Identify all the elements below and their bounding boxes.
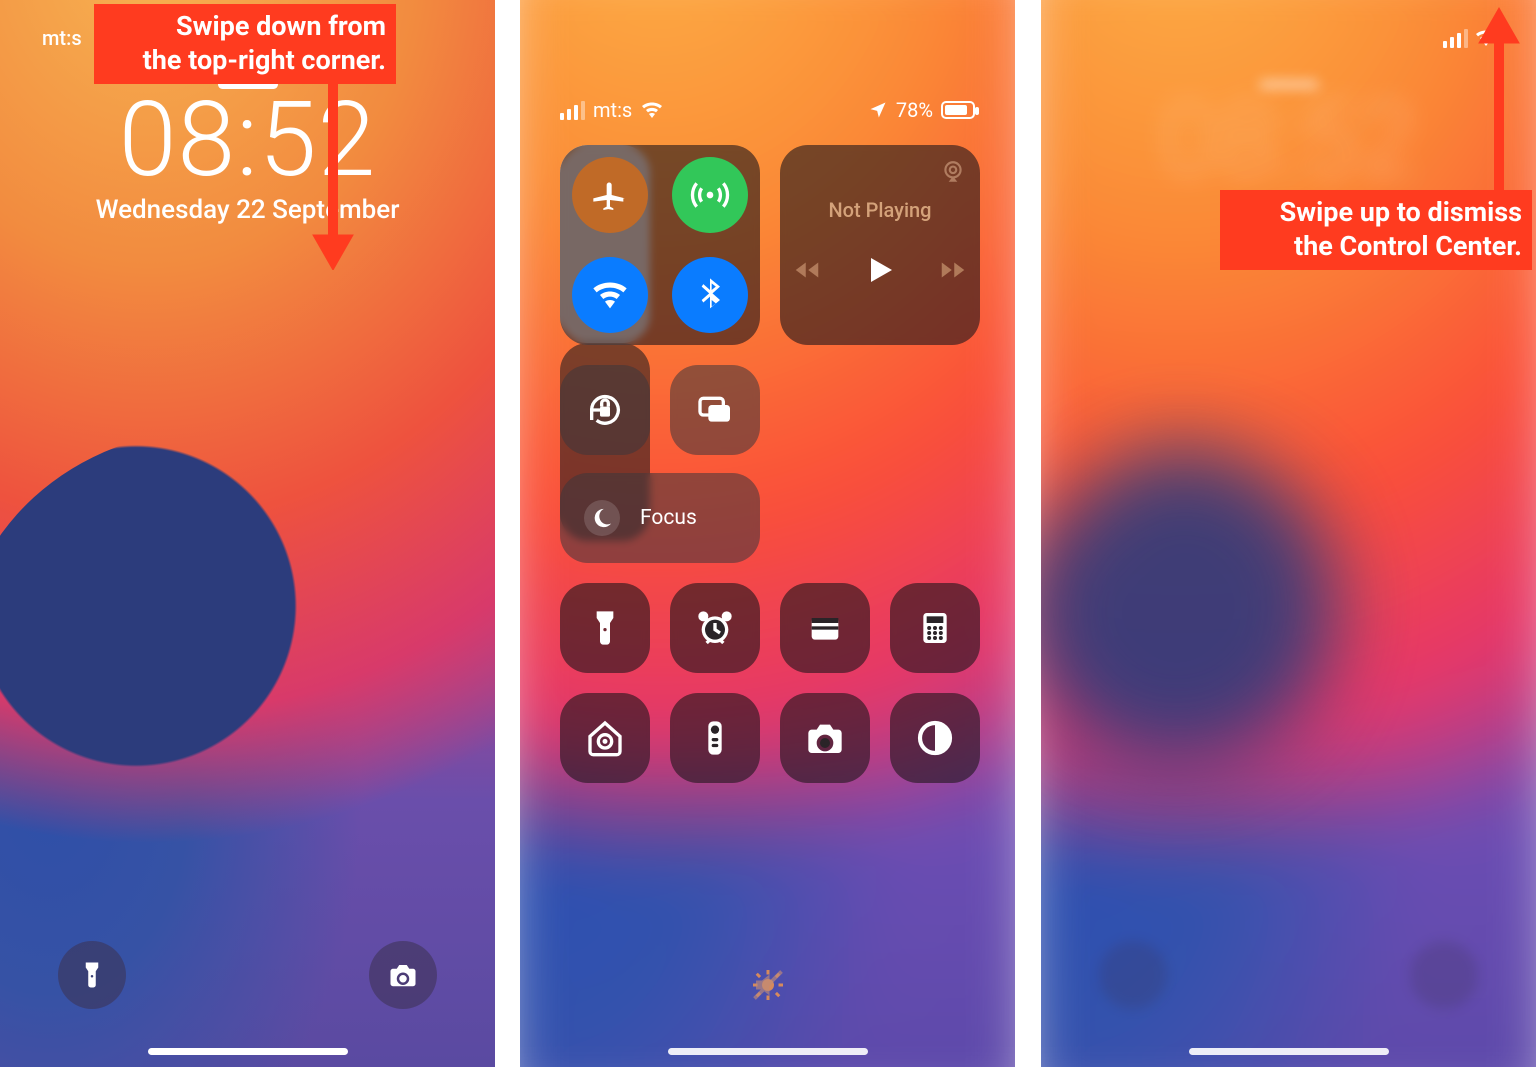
rewind-icon [792,255,822,285]
wifi-toggle[interactable] [572,257,648,333]
home-indicator[interactable] [1189,1048,1389,1055]
phone-1-lock-screen: mt:s 08:52 Wednesday 22 September Swipe … [0,0,495,1067]
annotation-swipe-up: Swipe up to dismiss the Control Center. [1220,190,1532,270]
orientation-lock-toggle[interactable] [560,365,650,455]
camera-button[interactable] [780,693,870,783]
wifi-icon [640,100,664,120]
lock-screen-clock-blurred: 08:52 [1041,80,1536,201]
orientation-lock-icon [585,390,625,430]
phone-2-control-center: mt:s 78% [520,0,1015,1067]
camera-icon [805,718,845,758]
wallet-button[interactable] [780,583,870,673]
play-icon [862,252,898,288]
cellular-icon [690,175,730,215]
bluetooth-toggle[interactable] [672,257,748,333]
flashlight-button-blurred [1099,941,1167,1009]
carrier-label: mt:s [42,26,82,50]
date-label: Wednesday 22 September [0,195,495,225]
camera-icon [388,960,418,990]
dark-mode-icon [915,718,955,758]
cellular-data-toggle[interactable] [672,157,748,233]
focus-button[interactable]: Focus [560,473,760,563]
airplay-icon [940,159,966,189]
home-indicator[interactable] [668,1048,868,1055]
home-icon [585,718,625,758]
remote-icon [695,718,735,758]
screen-mirroring-icon [695,390,735,430]
calculator-icon [915,608,955,648]
forward-button[interactable] [938,255,968,289]
annotation-swipe-down: Swipe down from the top-right corner. [94,4,396,84]
media-platter[interactable]: Not Playing [780,145,980,345]
screen-mirroring-button[interactable] [670,365,760,455]
status-bar [1041,18,1536,58]
carrier-label: mt:s [593,98,632,122]
flashlight-icon [585,608,625,648]
arrow-up-icon [1474,6,1524,196]
battery-icon [941,101,975,119]
moon-icon [584,500,620,536]
bluetooth-icon [690,275,730,315]
cellular-bars-icon [560,101,585,120]
cellular-bars-icon [1443,29,1468,48]
control-center-grid: Not Playing [560,145,975,1027]
focus-label: Focus [640,506,697,530]
alarm-clock-icon [695,608,735,648]
dark-mode-toggle[interactable] [890,693,980,783]
rewind-button[interactable] [792,255,822,289]
home-indicator[interactable] [148,1048,348,1055]
camera-button-blurred [1410,941,1478,1009]
play-button[interactable] [862,252,898,292]
airplane-mode-toggle[interactable] [572,157,648,233]
connectivity-platter[interactable] [560,145,760,345]
wifi-icon [590,275,630,315]
arrow-down-icon [308,80,358,270]
timer-button[interactable] [670,583,760,673]
flashlight-toggle[interactable] [560,583,650,673]
location-icon [868,100,888,120]
airplane-icon [590,175,630,215]
status-bar: mt:s 78% [520,98,1015,122]
home-button[interactable] [560,693,650,783]
camera-button[interactable] [369,941,437,1009]
flashlight-button[interactable] [58,941,126,1009]
lock-screen-clock: 08:52 Wednesday 22 September [0,80,495,225]
wallet-icon [805,608,845,648]
flashlight-icon [77,960,107,990]
time-label: 08:52 [0,80,495,201]
battery-percent-label: 78% [896,98,933,122]
forward-icon [938,255,968,285]
media-title-label: Not Playing [828,198,931,222]
phone-3-dismiss: 08:52 Swipe up to dismiss the Control Ce… [1041,0,1536,1067]
apple-tv-remote-button[interactable] [670,693,760,783]
calculator-button[interactable] [890,583,980,673]
